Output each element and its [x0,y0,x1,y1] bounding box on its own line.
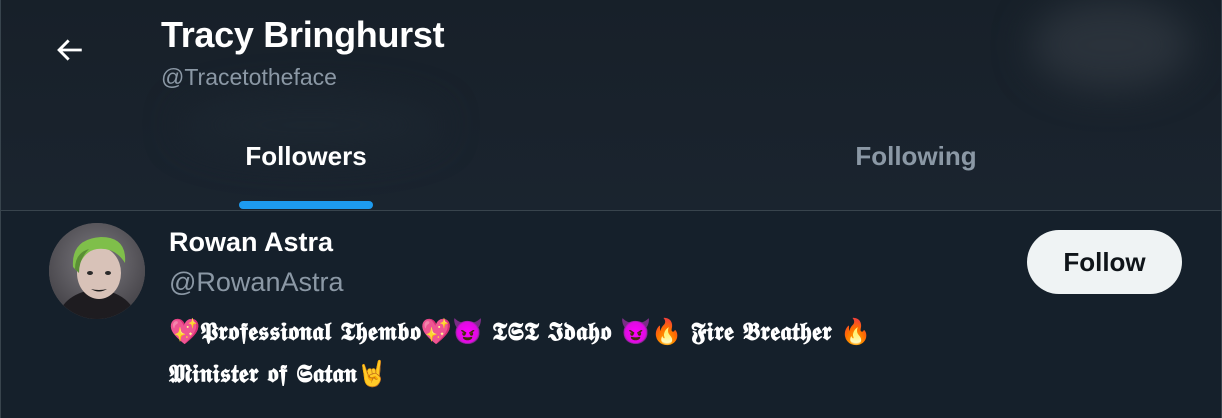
profile-name: Tracy Bringhurst [161,14,445,55]
back-button[interactable] [45,26,93,74]
tab-following[interactable]: Following [611,112,1221,210]
profile-handle: @Tracetotheface [161,64,337,90]
active-tab-indicator [239,201,373,209]
followers-page: Tracy Bringhurst @Tracetotheface Followe… [0,0,1222,418]
follow-button[interactable]: Follow [1027,230,1182,294]
follower-handle: @RowanAstra [169,267,344,297]
arrow-left-icon [57,39,82,61]
avatar[interactable] [49,223,145,319]
tab-followers[interactable]: Followers [1,112,611,210]
follower-bio: 💖𝕻𝖗𝖔𝖋𝖊𝖘𝖘𝖎𝖔𝖓𝖆𝖑 𝕿𝖍𝖊𝖒𝖇𝖔💖😈 𝕿𝕾𝕿 𝕴𝖉𝖆𝖍𝖔 😈🔥 𝕱𝖎𝖗𝖊… [169,311,1129,395]
bio-line-2: 𝕸𝖎𝖓𝖎𝖘𝖙𝖊𝖗 𝖔𝖋 𝕾𝖆𝖙𝖆𝖓🤘 [169,359,389,388]
bio-line-1: 💖𝕻𝖗𝖔𝖋𝖊𝖘𝖘𝖎𝖔𝖓𝖆𝖑 𝕿𝖍𝖊𝖒𝖇𝖔💖😈 𝕿𝕾𝕿 𝕴𝖉𝖆𝖍𝖔 😈🔥 𝕱𝖎𝖗𝖊… [169,317,872,346]
profile-header: Tracy Bringhurst @Tracetotheface Followe… [1,0,1221,211]
follower-list-item[interactable]: Rowan Astra @RowanAstra Follow 💖𝕻𝖗𝖔𝖋𝖊𝖘𝖘𝖎… [1,211,1221,418]
follower-name[interactable]: Rowan Astra [169,227,333,258]
blurred-banner-area [1031,0,1191,90]
avatar-photo [49,223,145,319]
follow-tabs: Followers Following [1,112,1221,210]
tab-following-label: Following [855,140,977,171]
tab-followers-label: Followers [245,140,367,171]
